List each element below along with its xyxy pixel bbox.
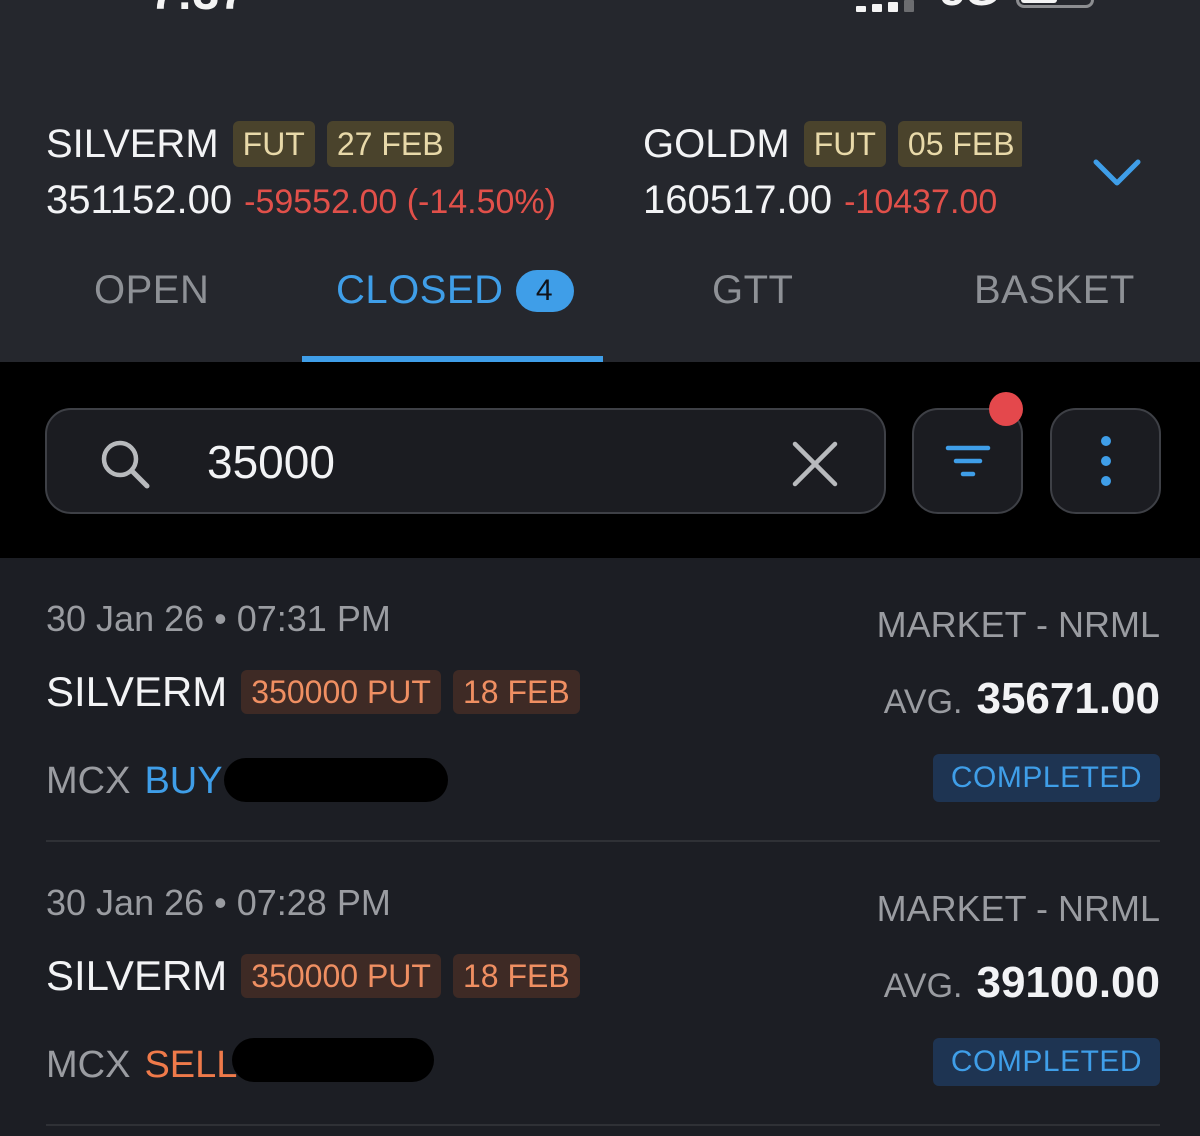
- order-side: BUY: [144, 760, 223, 802]
- filter-icon: [945, 445, 990, 477]
- order-tabs: OPEN CLOSED 4 GTT BASKET: [0, 260, 1200, 362]
- order-side: SELL: [144, 1044, 238, 1086]
- filter-active-dot: [989, 392, 1023, 426]
- status-badge: COMPLETED: [933, 754, 1160, 802]
- order-average: AVG. 35671.00: [884, 674, 1160, 724]
- redaction-mark: [224, 758, 448, 802]
- tab-gtt[interactable]: GTT: [712, 260, 793, 362]
- avg-label: AVG.: [883, 683, 963, 721]
- status-time: 7:37: [150, 0, 246, 21]
- positions-header: SILVERM FUT 27 FEB 351152.00 -59552.00 (…: [0, 60, 1200, 362]
- instrument-name: SILVERM: [46, 952, 228, 999]
- order-instrument: SILVERM 350000 PUT 18 FEB: [46, 952, 592, 1000]
- exchange-label: MCX: [46, 1044, 131, 1086]
- order-average: AVG. 39100.00: [884, 958, 1160, 1008]
- redaction-mark: [232, 1038, 434, 1082]
- strike-tag: 350000 PUT: [241, 670, 441, 714]
- closed-count-badge: 4: [515, 270, 574, 312]
- avg-value: 35671.00: [976, 674, 1160, 723]
- ticker-name: SILVERM: [46, 121, 219, 166]
- status-badge: COMPLETED: [933, 1038, 1160, 1086]
- ticker-type-tag: FUT: [803, 121, 886, 167]
- order-item[interactable]: 30 Jan 26 • 07:31 PM MARKET - NRML SILVE…: [0, 558, 1200, 842]
- order-datetime: 30 Jan 26 • 07:28 PM: [46, 882, 391, 923]
- more-vertical-icon: [1100, 436, 1111, 486]
- avg-value: 39100.00: [976, 958, 1160, 1007]
- ticker-expiry-tag: 27 FEB: [326, 121, 454, 167]
- order-type: MARKET - NRML: [876, 604, 1160, 645]
- tab-closed[interactable]: CLOSED 4: [336, 260, 574, 362]
- order-instrument: SILVERM 350000 PUT 18 FEB: [46, 668, 592, 716]
- tab-basket[interactable]: BASKET: [974, 260, 1135, 362]
- exchange-label: MCX: [46, 760, 131, 802]
- order-exchange-side: MCX SELL: [46, 1044, 237, 1087]
- strike-tag: 350000 PUT: [241, 954, 441, 998]
- instrument-name: SILVERM: [46, 668, 228, 715]
- tab-open-label: OPEN: [94, 268, 210, 312]
- ticker-strip[interactable]: SILVERM FUT 27 FEB 351152.00 -59552.00 (…: [46, 60, 1022, 240]
- tab-closed-label: CLOSED: [336, 268, 504, 312]
- search-input[interactable]: [207, 430, 767, 494]
- expiry-tag: 18 FEB: [452, 954, 580, 998]
- network-label: 5G: [940, 0, 999, 16]
- order-type: MARKET - NRML: [876, 888, 1160, 929]
- battery-icon: [1016, 0, 1094, 8]
- tab-gtt-label: GTT: [712, 268, 794, 312]
- close-icon[interactable]: [791, 440, 839, 488]
- search-icon: [101, 440, 150, 489]
- ticker-silverm[interactable]: SILVERM FUT 27 FEB 351152.00 -59552.00 (…: [46, 120, 556, 223]
- tab-basket-label: BASKET: [974, 268, 1135, 312]
- ticker-change: -10437.00: [844, 183, 998, 221]
- more-options-button[interactable]: [1050, 408, 1161, 514]
- search-box[interactable]: [45, 408, 886, 514]
- ticker-expiry-tag: 05 FEB: [897, 121, 1022, 167]
- expiry-tag: 18 FEB: [452, 670, 580, 714]
- list-divider: [46, 1124, 1160, 1126]
- ticker-change: -59552.00 (-14.50%): [244, 183, 556, 221]
- search-bar-area: [0, 362, 1200, 558]
- tab-open[interactable]: OPEN: [94, 260, 209, 362]
- ticker-name: GOLDM: [643, 121, 790, 166]
- chevron-down-icon[interactable]: [1092, 156, 1142, 190]
- order-datetime: 30 Jan 26 • 07:31 PM: [46, 598, 391, 639]
- ticker-goldm[interactable]: GOLDM FUT 05 FEB 160517.00 -10437.00: [643, 120, 1022, 223]
- ticker-type-tag: FUT: [232, 121, 315, 167]
- order-exchange-side: MCX BUY: [46, 760, 223, 803]
- avg-label: AVG.: [883, 967, 963, 1005]
- signal-icon: [856, 0, 914, 12]
- order-item[interactable]: 30 Jan 26 • 07:28 PM MARKET - NRML SILVE…: [0, 842, 1200, 1126]
- ticker-price: 160517.00: [643, 178, 833, 222]
- closed-orders-list: 30 Jan 26 • 07:31 PM MARKET - NRML SILVE…: [0, 558, 1200, 1136]
- status-bar: 7:37 5G: [0, 0, 1200, 60]
- ticker-price: 351152.00: [46, 178, 233, 222]
